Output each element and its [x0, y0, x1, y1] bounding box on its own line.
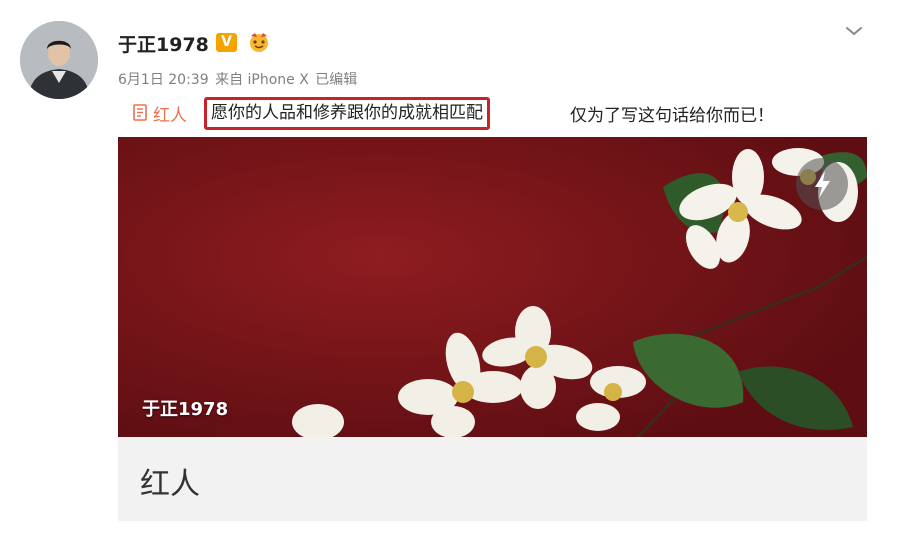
- image-watermark-text: 于正1978: [142, 399, 229, 420]
- lightning-icon[interactable]: [796, 158, 848, 210]
- book-icon: [132, 104, 148, 122]
- card-cover-image[interactable]: 于正1978: [118, 137, 867, 437]
- avatar[interactable]: [20, 21, 98, 99]
- verified-v-icon: V: [216, 33, 237, 52]
- weibo-post: 于正1978 V 6月1日 20:39 来自 iPhone X 已编辑 红人 愿…: [0, 0, 897, 535]
- topic-link[interactable]: 红人: [153, 101, 187, 126]
- post-source: 来自 iPhone X: [215, 72, 309, 88]
- link-card[interactable]: 于正1978 红人: [118, 137, 867, 521]
- fan-badge-icon[interactable]: [247, 31, 271, 53]
- highlighted-quote: 愿你的人品和修养跟你的成就相匹配: [204, 97, 490, 130]
- card-footer[interactable]: 红人: [118, 437, 867, 521]
- verified-badge-label: V: [221, 34, 232, 50]
- post-meta: 6月1日 20:39 来自 iPhone X 已编辑: [118, 69, 359, 89]
- username[interactable]: 于正1978: [118, 30, 209, 57]
- chevron-down-icon[interactable]: [841, 22, 867, 40]
- post-time[interactable]: 6月1日 20:39: [118, 72, 209, 88]
- edited-label[interactable]: 已编辑: [315, 72, 357, 88]
- card-title[interactable]: 红人: [140, 459, 200, 503]
- post-trailing-text: 仅为了写这句话给你而已！: [570, 106, 774, 126]
